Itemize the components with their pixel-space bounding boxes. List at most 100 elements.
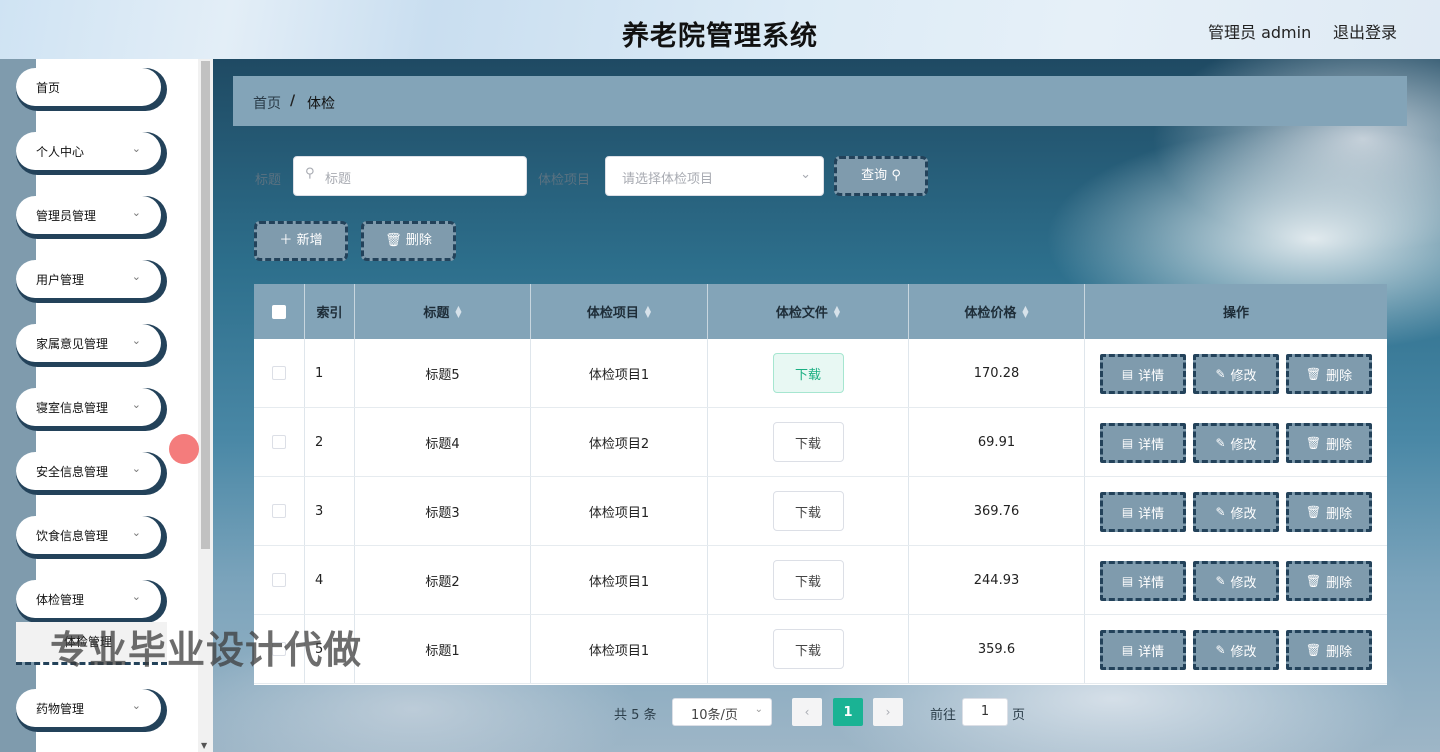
row-checkbox[interactable] <box>272 573 286 587</box>
search-item-label: 体检项目 <box>538 173 591 188</box>
page-number-current[interactable]: 1 <box>833 698 863 726</box>
row-checkbox[interactable] <box>272 366 286 380</box>
sidebar-item[interactable]: 用户管理 ⌄ <box>16 260 167 303</box>
row-title: 标题5 <box>355 339 531 407</box>
select-all-checkbox[interactable] <box>272 304 286 319</box>
delete-button[interactable]: 🗑 删除 <box>1286 354 1372 394</box>
col-item[interactable]: 体检项目 ▲ ▼ <box>531 284 708 339</box>
chevron-down-icon: ⌄ <box>131 526 141 539</box>
breadcrumb-home[interactable]: 首页 <box>253 93 281 113</box>
sidebar-item-pill: 安全信息管理 ⌄ <box>16 452 161 490</box>
edit-button[interactable]: ✎ 修改 <box>1193 354 1279 394</box>
sidebar-item[interactable]: 家属意见管理 ⌄ <box>16 324 167 367</box>
logout-link[interactable]: 退出登录 <box>1333 19 1397 43</box>
sidebar-item-label: 饮食信息管理 <box>36 529 109 543</box>
top-header: 养老院管理系统 管理员 admin 退出登录 <box>0 0 1440 59</box>
row-ops-cell: ▤ 详情 ✎ 修改 🗑 删除 <box>1085 546 1387 614</box>
row-checkbox[interactable] <box>272 504 286 518</box>
trash-icon: 🗑 <box>1305 574 1322 588</box>
col-file-label: 体检文件 <box>775 306 828 321</box>
row-file-cell: 下载 <box>708 546 909 614</box>
add-label: 新增 <box>296 233 323 248</box>
delete-button[interactable]: 🗑 删除 <box>1286 561 1372 601</box>
delete-button[interactable]: 🗑 删除 <box>1286 423 1372 463</box>
row-item: 体检项目2 <box>531 408 708 476</box>
current-user: 管理员 admin <box>1208 23 1312 42</box>
sidebar-item[interactable]: 体检管理 ⌄ <box>16 580 167 623</box>
search-title-input[interactable]: ⚲ 标题 <box>293 156 527 196</box>
document-icon: ▤ <box>1121 643 1134 657</box>
sort-icon[interactable]: ▲ ▼ <box>834 304 840 318</box>
detail-button[interactable]: ▤ 详情 <box>1100 492 1186 532</box>
mouse-cursor-highlight <box>169 434 199 464</box>
sidebar-item[interactable]: 首页 <box>16 68 167 111</box>
delete-label: 删除 <box>1326 437 1353 453</box>
edit-label: 修改 <box>1230 368 1257 384</box>
sidebar-item-pill: 用户管理 ⌄ <box>16 260 161 298</box>
sidebar-item-label: 寝室信息管理 <box>36 401 109 415</box>
edit-button[interactable]: ✎ 修改 <box>1193 492 1279 532</box>
edit-button[interactable]: ✎ 修改 <box>1193 561 1279 601</box>
chevron-down-icon: ⌄ <box>131 206 141 219</box>
edit-label: 修改 <box>1230 644 1257 660</box>
sidebar-item-pill: 体检管理 ⌄ <box>16 580 161 618</box>
goto-page-input[interactable]: 1 <box>962 698 1008 726</box>
table-header: 索引 标题 ▲ ▼ 体检项目 ▲ ▼ 体检文件 ▲ ▼ 体检价格 ▲ ▼ 操作 <box>254 284 1387 339</box>
checkup-item-select[interactable]: 请选择体检项目 ⌄ <box>605 156 824 196</box>
detail-button[interactable]: ▤ 详情 <box>1100 354 1186 394</box>
row-select-cell <box>254 546 305 614</box>
sidebar-item[interactable]: 个人中心 ⌄ <box>16 132 167 175</box>
col-title[interactable]: 标题 ▲ ▼ <box>355 284 531 339</box>
prev-page-button[interactable]: ‹ <box>792 698 822 726</box>
sidebar-item-label: 首页 <box>36 81 61 95</box>
sort-icon[interactable]: ▲ ▼ <box>1022 304 1028 318</box>
detail-button[interactable]: ▤ 详情 <box>1100 561 1186 601</box>
table-row: 2 标题4 体检项目2 下载 69.91 ▤ 详情 ✎ 修改 🗑 删除 <box>254 408 1387 477</box>
chevron-down-icon: ⌄ <box>131 398 141 411</box>
edit-label: 修改 <box>1230 437 1257 453</box>
checkup-item-placeholder: 请选择体检项目 <box>622 172 714 187</box>
col-price[interactable]: 体检价格 ▲ ▼ <box>909 284 1085 339</box>
detail-button[interactable]: ▤ 详情 <box>1100 423 1186 463</box>
page-size-select[interactable]: 10条/页 ⌄ <box>672 698 772 726</box>
sidebar-item[interactable]: 寝室信息管理 ⌄ <box>16 388 167 431</box>
batch-delete-button[interactable]: 🗑 删除 <box>361 221 456 261</box>
add-button[interactable]: ＋ 新增 <box>254 221 348 261</box>
sidebar-item[interactable]: 饮食信息管理 ⌄ <box>16 516 167 559</box>
sidebar-item[interactable]: 管理员管理 ⌄ <box>16 196 167 239</box>
row-ops-cell: ▤ 详情 ✎ 修改 🗑 删除 <box>1085 477 1387 545</box>
main-content: 首页 / 体检 标题 ⚲ 标题 体检项目 请选择体检项目 ⌄ 查询 ⚲ ＋ 新增… <box>213 59 1440 752</box>
sort-icon[interactable]: ▲ ▼ <box>645 304 651 318</box>
row-file-cell: 下载 <box>708 615 909 683</box>
chevron-down-icon: ⌄ <box>131 590 141 603</box>
download-button[interactable]: 下载 <box>772 629 844 669</box>
row-title: 标题2 <box>355 546 531 614</box>
row-select-cell <box>254 477 305 545</box>
download-button[interactable]: 下载 <box>772 491 844 531</box>
delete-button[interactable]: 🗑 删除 <box>1286 492 1372 532</box>
next-page-button[interactable]: › <box>873 698 903 726</box>
scrollbar-thumb[interactable] <box>201 61 210 549</box>
trash-icon: 🗑 <box>385 233 406 248</box>
sidebar-item[interactable]: 安全信息管理 ⌄ <box>16 452 167 495</box>
delete-button[interactable]: 🗑 删除 <box>1286 630 1372 670</box>
sort-icon[interactable]: ▲ ▼ <box>455 304 461 318</box>
scroll-down-arrow-icon[interactable]: ▼ <box>201 741 207 750</box>
search-title-label: 标题 <box>255 173 282 188</box>
sidebar-item[interactable]: 药物管理 ⌄ <box>16 689 167 732</box>
row-ops-cell: ▤ 详情 ✎ 修改 🗑 删除 <box>1085 339 1387 407</box>
chevron-right-icon: › <box>885 705 891 719</box>
pencil-icon: ✎ <box>1215 643 1226 657</box>
breadcrumb: 首页 / 体检 <box>233 76 1407 126</box>
edit-button[interactable]: ✎ 修改 <box>1193 630 1279 670</box>
query-button[interactable]: 查询 ⚲ <box>834 156 928 196</box>
download-button[interactable]: 下载 <box>772 560 844 600</box>
download-button[interactable]: 下载 <box>772 353 844 393</box>
row-checkbox[interactable] <box>272 435 286 449</box>
edit-button[interactable]: ✎ 修改 <box>1193 423 1279 463</box>
sidebar-item-pill: 管理员管理 ⌄ <box>16 196 161 234</box>
col-file[interactable]: 体检文件 ▲ ▼ <box>708 284 909 339</box>
download-button[interactable]: 下载 <box>772 422 844 462</box>
search-icon: ⚲ <box>305 166 315 181</box>
detail-button[interactable]: ▤ 详情 <box>1100 630 1186 670</box>
